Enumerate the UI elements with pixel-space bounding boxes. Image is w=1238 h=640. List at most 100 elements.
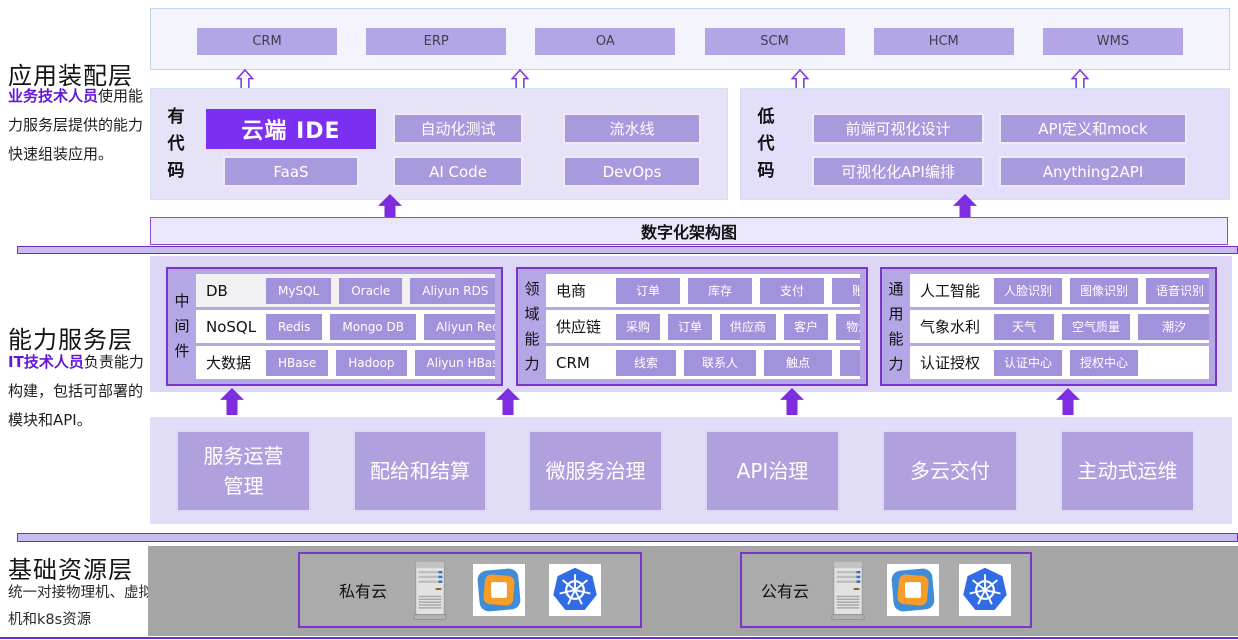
platform-band: 服务运营 管理 配给和结算 微服务治理 API治理 多云交付 主动式运维 <box>150 417 1232 524</box>
proactive-ops-box: 主动式运维 <box>1060 430 1195 512</box>
row-label: 大数据 <box>206 352 258 373</box>
kubernetes-icon <box>959 564 1011 616</box>
pro-code-label: 有代码 <box>166 89 186 199</box>
digital-architecture-bar: 数字化架构图 <box>150 217 1228 245</box>
chip: 支付 <box>760 278 824 304</box>
provision-settlement-box: 配给和结算 <box>353 430 487 512</box>
pro-code-container: 有代码 云端 IDE 自动化测试 流水线 FaaS AI Code DevOps <box>150 88 728 200</box>
chip: 授权中心 <box>1070 350 1138 376</box>
chip: Mongo DB <box>330 314 416 340</box>
chip: 空气质量 <box>1062 314 1130 340</box>
public-cloud-box: 公有云 <box>740 552 1032 628</box>
api-governance-box: API治理 <box>705 430 840 512</box>
row-label: 供应链 <box>556 316 608 337</box>
domain-row-ecommerce: 电商 订单 库存 支付 账单 <box>546 274 860 307</box>
chip: 联系人 <box>684 350 756 376</box>
chip: Aliyun HBase <box>415 350 495 376</box>
capability-layer-desc: IT技术人员负责能力构建，包括可部署的模块和API。 <box>8 348 156 435</box>
service-operation-box: 服务运营 管理 <box>176 430 311 512</box>
app-box-oa: OA <box>535 28 675 55</box>
multicloud-delivery-box: 多云交付 <box>882 430 1018 512</box>
app-box-crm: CRM <box>197 28 337 55</box>
general-row-ai: 人工智能 人脸识别 图像识别 语音识别 <box>910 274 1209 307</box>
chip: 采购 <box>616 314 660 340</box>
row-label: CRM <box>556 354 608 372</box>
middleware-row-bigdata: 大数据 HBase Hadoop Aliyun HBase <box>196 346 495 379</box>
up-arrow-solid-icon <box>1056 388 1080 415</box>
chip: Aliyun RDS <box>410 278 495 304</box>
chip: 图像识别 <box>1070 278 1138 304</box>
private-cloud-label: 私有云 <box>339 578 387 602</box>
middleware-row-db: DB MySQL Oracle Aliyun RDS <box>196 274 495 307</box>
low-code-label: 低代码 <box>756 89 776 199</box>
chip: 线索 <box>616 350 676 376</box>
general-capability-box: 通用能力 人工智能 人脸识别 图像识别 语音识别 气象水利 天气 空气质量 潮汐… <box>880 267 1217 386</box>
row-label: 电商 <box>556 280 608 301</box>
domain-row-supplychain: 供应链 采购 订单 供应商 客户 物流 <box>546 310 860 343</box>
vmware-icon <box>887 564 939 616</box>
bottom-border-line <box>0 637 1238 639</box>
architecture-diagram: 应用装配层 业务技术人员使用能力服务层提供的能力快速组装应用。 能力服务层 IT… <box>0 0 1238 640</box>
row-label: NoSQL <box>206 318 258 336</box>
public-cloud-label: 公有云 <box>761 578 809 602</box>
chip: 订单 <box>616 278 680 304</box>
app-layer-desc-highlight: 业务技术人员 <box>8 87 98 105</box>
devops-box: DevOps <box>563 156 701 187</box>
domain-capability-box: 领域能力 电商 订单 库存 支付 账单 供应链 采购 订单 供应商 客户 物流 … <box>516 267 868 386</box>
row-label: 认证授权 <box>920 352 986 373</box>
chip: 库存 <box>688 278 752 304</box>
microservice-governance-box: 微服务治理 <box>528 430 663 512</box>
chip: 天气 <box>994 314 1054 340</box>
chip: 账单 <box>832 278 860 304</box>
chip: 机会 <box>840 350 860 376</box>
app-box-erp: ERP <box>366 28 506 55</box>
ai-code-box: AI Code <box>393 156 523 187</box>
up-arrow-solid-icon <box>220 388 244 415</box>
up-arrow-solid-icon <box>780 388 804 415</box>
middleware-box: 中间件 DB MySQL Oracle Aliyun RDS NoSQL Red… <box>166 267 503 386</box>
capability-layer-desc-highlight: IT技术人员 <box>8 353 84 371</box>
chip: 人脸识别 <box>994 278 1062 304</box>
visual-api-orchestration-box: 可视化化API编排 <box>812 156 984 187</box>
chip: 潮汐 <box>1138 314 1209 340</box>
general-row-auth: 认证授权 认证中心 授权中心 <box>910 346 1209 379</box>
general-capability-label: 通用能力 <box>882 269 910 384</box>
private-cloud-box: 私有云 <box>298 552 642 628</box>
app-box-scm: SCM <box>705 28 845 55</box>
chip: Hadoop <box>336 350 406 376</box>
middleware-label: 中间件 <box>168 269 196 384</box>
server-icon <box>829 559 867 621</box>
chip: Oracle <box>339 278 402 304</box>
chip: 物流 <box>836 314 860 340</box>
chip: 客户 <box>784 314 828 340</box>
chip: 语音识别 <box>1146 278 1209 304</box>
chip: HBase <box>266 350 328 376</box>
domain-row-crm: CRM 线索 联系人 触点 机会 <box>546 346 860 379</box>
up-arrow-solid-icon <box>496 388 520 415</box>
cloud-ide-box: 云端 IDE <box>206 109 376 149</box>
api-mock-box: API定义和mock <box>999 113 1187 144</box>
anything2api-box: Anything2API <box>999 156 1187 187</box>
row-label: 人工智能 <box>920 280 986 301</box>
infrastructure-band: 私有云 <box>148 546 1238 636</box>
layer-divider <box>17 533 1238 542</box>
chip: 订单 <box>668 314 712 340</box>
middleware-row-nosql: NoSQL Redis Mongo DB Aliyun Redis <box>196 310 495 343</box>
kubernetes-icon <box>549 564 601 616</box>
row-label: 气象水利 <box>920 316 986 337</box>
app-box-hcm: HCM <box>874 28 1014 55</box>
layer-divider <box>17 246 1238 254</box>
pipeline-box: 流水线 <box>563 113 701 144</box>
vmware-icon <box>473 564 525 616</box>
frontend-visual-design-box: 前端可视化设计 <box>812 113 984 144</box>
row-label: DB <box>206 282 258 300</box>
app-layer-desc: 业务技术人员使用能力服务层提供的能力快速组装应用。 <box>8 82 156 169</box>
app-box-wms: WMS <box>1043 28 1183 55</box>
chip: Aliyun Redis <box>424 314 495 340</box>
chip: Redis <box>266 314 322 340</box>
chip: 触点 <box>764 350 832 376</box>
server-icon <box>411 559 449 621</box>
infra-layer-desc: 统一对接物理机、虚拟机和k8s资源 <box>8 580 156 634</box>
chip: 认证中心 <box>994 350 1062 376</box>
faas-box: FaaS <box>223 156 359 187</box>
